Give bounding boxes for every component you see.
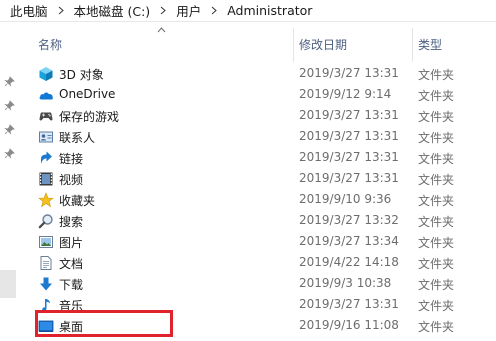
item-type: 文件夹 (418, 236, 455, 250)
sort-up-icon[interactable] (157, 27, 166, 33)
3d-objects-icon (38, 66, 54, 82)
list-item[interactable]: 联系人 2019/3/27 13:31 文件夹 (20, 126, 496, 147)
chevron-right-icon[interactable] (56, 6, 66, 16)
column-date[interactable]: 修改日期 (299, 36, 347, 53)
item-type: 文件夹 (418, 110, 455, 124)
item-date: 2019/3/27 13:32 (299, 213, 399, 227)
item-date: 2019/3/27 13:31 (299, 150, 399, 164)
item-date: 2019/3/27 13:31 (299, 171, 399, 185)
list-item[interactable]: 音乐 2019/3/27 13:31 文件夹 (20, 294, 496, 315)
list-item[interactable]: 链接 2019/3/27 13:31 文件夹 (20, 147, 496, 168)
breadcrumb-administrator[interactable]: Administrator (227, 3, 312, 18)
item-date: 2019/4/22 14:18 (299, 255, 399, 269)
item-name: 收藏夹 (59, 194, 96, 208)
item-name: OneDrive (59, 87, 116, 101)
favorites-icon (38, 192, 54, 208)
item-type: 文件夹 (418, 89, 455, 103)
item-name: 联系人 (59, 131, 96, 145)
item-type: 文件夹 (418, 194, 455, 208)
item-date: 2019/9/3 10:38 (299, 276, 392, 290)
list-item[interactable]: OneDrive 2019/9/12 9:14 文件夹 (20, 84, 496, 105)
item-name: 搜索 (59, 215, 84, 229)
item-type: 文件夹 (418, 257, 455, 271)
item-date: 2019/3/27 13:34 (299, 234, 399, 248)
item-date: 2019/3/27 13:31 (299, 129, 399, 143)
item-type: 文件夹 (418, 320, 455, 334)
links-icon (38, 150, 54, 166)
list-item[interactable]: 保存的游戏 2019/3/27 13:31 文件夹 (20, 105, 496, 126)
item-date: 2019/9/10 9:36 (299, 192, 392, 206)
column-divider[interactable] (293, 28, 294, 62)
column-type[interactable]: 类型 (418, 36, 442, 53)
list-item[interactable]: 收藏夹 2019/9/10 9:36 文件夹 (20, 189, 496, 210)
breadcrumb-users[interactable]: 用户 (176, 1, 201, 20)
documents-icon (38, 255, 54, 271)
pin-icon[interactable] (4, 100, 15, 111)
pin-icon[interactable] (4, 76, 15, 87)
desktop-icon (38, 318, 54, 334)
breadcrumb-local-disk[interactable]: 本地磁盘 (C:) (74, 1, 151, 20)
breadcrumb: 此电脑 本地磁盘 (C:) 用户 Administrator (0, 0, 496, 22)
pin-icon[interactable] (4, 124, 15, 135)
music-icon (38, 297, 54, 313)
list-item[interactable]: 视频 2019/3/27 13:31 文件夹 (20, 168, 496, 189)
list-item[interactable]: 图片 2019/3/27 13:34 文件夹 (20, 231, 496, 252)
item-date: 2019/9/16 11:08 (299, 318, 399, 332)
item-name: 视频 (59, 173, 84, 187)
scrollbar-thumb[interactable] (0, 270, 16, 298)
item-date: 2019/9/12 9:14 (299, 87, 392, 101)
item-type: 文件夹 (418, 173, 455, 187)
contacts-icon (38, 129, 54, 145)
item-date: 2019/3/27 13:31 (299, 66, 399, 80)
pictures-icon (38, 234, 54, 250)
item-name: 音乐 (59, 299, 84, 313)
item-name: 3D 对象 (59, 68, 104, 82)
breadcrumb-this-pc[interactable]: 此电脑 (10, 1, 48, 20)
videos-icon (38, 171, 54, 187)
item-type: 文件夹 (418, 152, 455, 166)
onedrive-icon (38, 87, 54, 103)
item-type: 文件夹 (418, 299, 455, 313)
list-item[interactable]: 文档 2019/4/22 14:18 文件夹 (20, 252, 496, 273)
item-name: 图片 (59, 236, 84, 250)
saved-games-icon (38, 108, 54, 124)
item-type: 文件夹 (418, 278, 455, 292)
column-divider[interactable] (412, 28, 413, 62)
column-header: 名称 修改日期 类型 (20, 22, 496, 65)
item-type: 文件夹 (418, 131, 455, 145)
list-item[interactable]: 3D 对象 2019/3/27 13:31 文件夹 (20, 63, 496, 84)
column-name[interactable]: 名称 (38, 36, 62, 53)
list-item[interactable]: 桌面 2019/9/16 11:08 文件夹 (20, 315, 496, 336)
item-date: 2019/3/27 13:31 (299, 297, 399, 311)
downloads-icon (38, 276, 54, 292)
item-type: 文件夹 (418, 68, 455, 82)
item-name: 链接 (59, 152, 84, 166)
list-item[interactable]: 下载 2019/9/3 10:38 文件夹 (20, 273, 496, 294)
item-name: 保存的游戏 (59, 110, 120, 124)
item-date: 2019/3/27 13:31 (299, 108, 399, 122)
list-item[interactable]: 搜索 2019/3/27 13:32 文件夹 (20, 210, 496, 231)
item-type: 文件夹 (418, 215, 455, 229)
item-name: 下载 (59, 278, 84, 292)
item-name: 桌面 (59, 320, 84, 334)
pin-icon[interactable] (4, 148, 15, 159)
chevron-right-icon[interactable] (209, 6, 219, 16)
navigation-pane (0, 22, 20, 341)
searches-icon (38, 213, 54, 229)
chevron-right-icon[interactable] (158, 6, 168, 16)
item-name: 文档 (59, 257, 84, 271)
